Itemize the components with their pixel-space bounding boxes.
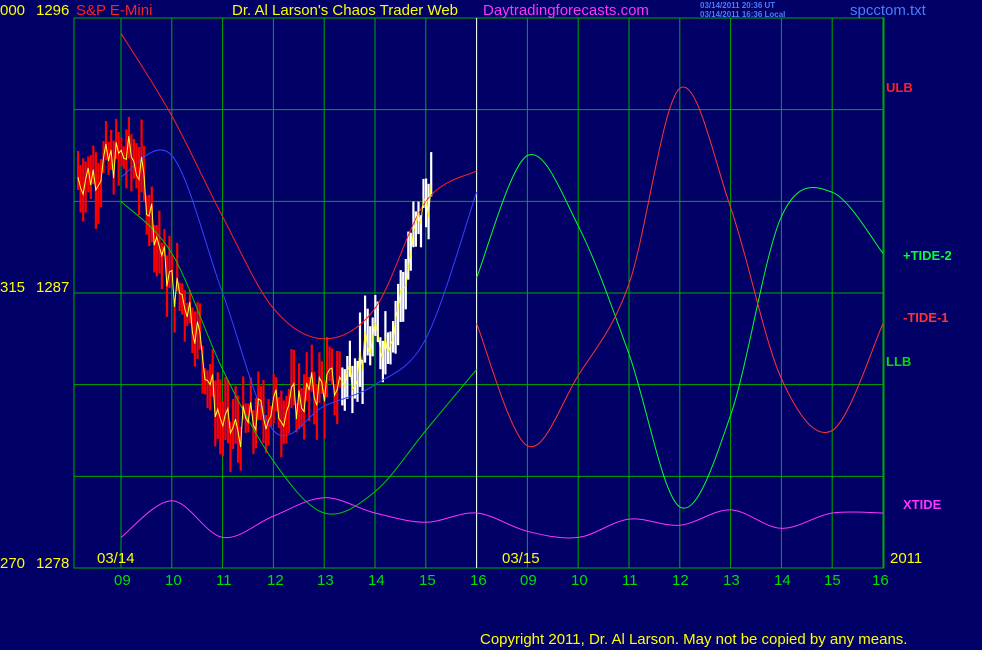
date-left: 03/14 (97, 550, 135, 567)
price-bar (209, 364, 212, 411)
timestamp-local: 03/14/2011 16:36 Local (700, 10, 786, 19)
price-bar (183, 290, 186, 342)
price-bar (130, 134, 133, 192)
top-price-code: 000 (0, 2, 26, 19)
top-price: 1296 (36, 2, 70, 19)
x-tick-label: 15 (824, 572, 841, 589)
price-bar (77, 151, 80, 190)
mid-price: 1287 (36, 279, 70, 296)
price-bar (353, 358, 357, 399)
x-tick-label: 12 (267, 572, 284, 589)
price-bar (328, 346, 331, 381)
price-bar (206, 370, 209, 408)
legend-llb: LLB (886, 354, 912, 369)
price-bar (224, 377, 227, 441)
price-bar (287, 388, 290, 434)
year-label: 2011 (890, 550, 923, 567)
price-bar (221, 401, 224, 457)
price-bar (160, 242, 163, 289)
x-tick-label: 10 (165, 572, 182, 589)
x-tick-label: 14 (368, 572, 385, 589)
price-bar (148, 194, 151, 247)
price-bar (158, 210, 161, 274)
x-tick-label: 09 (114, 572, 131, 589)
copyright: Copyright 2011, Dr. Al Larson. May not b… (480, 631, 908, 648)
legend-tide1: -TIDE-1 (903, 310, 949, 325)
mid-price-code: 315 (0, 279, 26, 296)
legend-xtide: XTIDE (903, 497, 942, 512)
x-tick-label: 16 (470, 572, 487, 589)
price-bar (140, 119, 143, 193)
file-name: spcctom.txt (850, 2, 926, 19)
timestamp-ut: 03/14/2011 20:36 UT (700, 1, 776, 10)
series-xtide (120, 497, 884, 539)
symbol-title: S&P E-Mini (76, 2, 153, 19)
price-bar (138, 147, 141, 215)
page-title: Dr. Al Larson's Chaos Trader Web (232, 2, 459, 19)
price-bar (84, 161, 87, 213)
x-tick-label: 10 (571, 572, 588, 589)
price-bar (216, 372, 219, 439)
bottom-price: 1278 (36, 555, 70, 572)
price-bar (374, 295, 377, 336)
x-tick-label: 16 (872, 572, 889, 589)
grid (73, 17, 885, 569)
price-bar (397, 283, 400, 346)
series-llb (120, 200, 477, 515)
x-tick-label: 15 (419, 572, 436, 589)
price-bar (290, 349, 293, 409)
legend-ulb: ULB (886, 80, 913, 95)
x-tick-label: 13 (317, 572, 334, 589)
chart-canvas (73, 17, 885, 569)
x-tick-label: 13 (723, 572, 740, 589)
price-bar (168, 236, 171, 288)
price-bar (117, 131, 120, 186)
series-lines (77, 33, 884, 539)
price-bar (402, 271, 405, 322)
price-bar (285, 395, 288, 444)
bottom-price-code: 270 (0, 555, 26, 572)
x-tick-label: 11 (622, 572, 638, 589)
price-bar (132, 138, 136, 179)
x-tick-label: 11 (216, 572, 232, 589)
site-name: Daytradingforecasts.com (483, 2, 649, 19)
price-bar (97, 162, 100, 224)
date-mid: 03/15 (502, 550, 540, 567)
price-bars (77, 116, 433, 472)
x-tick-label: 14 (774, 572, 791, 589)
price-bar (343, 369, 346, 411)
price-bar (325, 337, 329, 398)
x-tick-label: 12 (672, 572, 689, 589)
price-bar (135, 143, 138, 189)
x-tick-label: 09 (520, 572, 537, 589)
legend-tide2: +TIDE-2 (903, 248, 952, 263)
price-bar (364, 295, 367, 363)
price-bar (104, 121, 108, 161)
